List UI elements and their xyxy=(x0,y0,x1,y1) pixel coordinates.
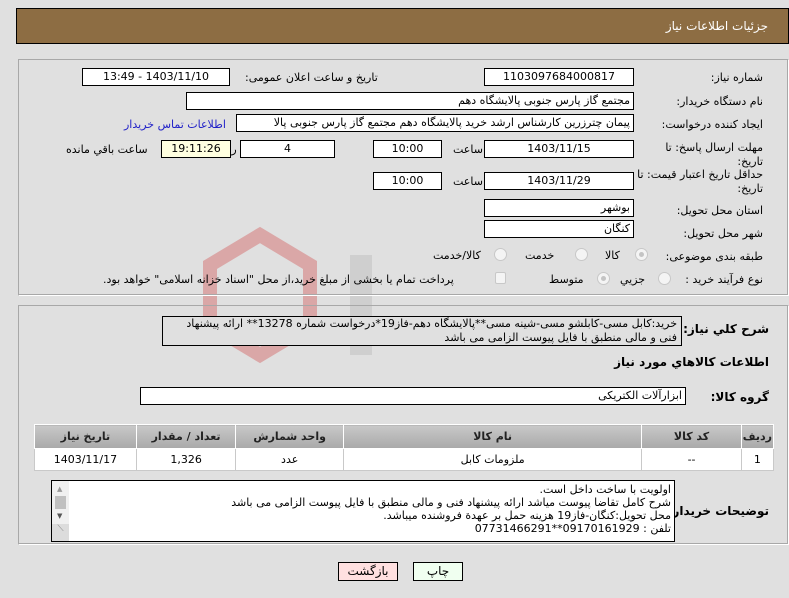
table-row: 1 -- ملزومات کابل عدد 1,326 1403/11/17 xyxy=(34,448,775,471)
summary-label: شرح کلي نیاز: xyxy=(683,322,769,336)
col-unit: واحد شمارش xyxy=(235,424,344,449)
back-button[interactable]: بازگشت xyxy=(338,562,398,581)
category-radio-goods-service[interactable] xyxy=(494,248,507,261)
buyer-org-field: مجتمع گاز پارس جنوبی پالایشگاه دهم xyxy=(186,92,634,110)
scroll-up-icon[interactable]: ▲ xyxy=(57,485,62,493)
price-validity-label-2: تاریخ: xyxy=(737,182,763,195)
buyer-notes-text: اولویت با ساخت داخل است. شرح کامل تقاضا … xyxy=(231,483,671,535)
deadline-time-label: ساعت xyxy=(453,143,483,156)
treasury-checkbox[interactable] xyxy=(495,272,506,284)
goods-table-header: ردیف کد کالا نام کالا واحد شمارش تعداد /… xyxy=(34,424,775,449)
process-option-medium: متوسط xyxy=(549,273,584,286)
city-label: شهر محل تحویل: xyxy=(683,227,763,240)
deadline-label: مهلت ارسال پاسخ: تا xyxy=(665,141,763,154)
need-number-label: شماره نیاز: xyxy=(710,71,763,84)
buyer-notes-line: اولویت با ساخت داخل است. xyxy=(539,483,672,496)
goods-group-field: ابزارآلات الکتریکی xyxy=(140,387,686,405)
goods-group-label: گروه کالا: xyxy=(710,390,769,404)
cell-name: ملزومات کابل xyxy=(342,448,643,471)
process-radio-medium[interactable] xyxy=(597,272,610,285)
col-qty: تعداد / مقدار xyxy=(135,424,237,449)
price-validity-time-label: ساعت xyxy=(453,175,483,188)
buyer-org-label: نام دستگاه خریدار: xyxy=(676,95,763,108)
col-row: ردیف xyxy=(740,424,775,449)
process-option-minor: جزیي xyxy=(620,273,646,286)
category-option-goods: کالا xyxy=(605,249,620,262)
city-field: کنگان xyxy=(484,220,634,238)
price-validity-time-field: 10:00 xyxy=(373,172,442,190)
province-field: بوشهر xyxy=(484,199,634,217)
deadline-date-field: 1403/11/15 xyxy=(484,140,634,158)
creator-field: پیمان چترزرین کارشناس ارشد خرید پالایشگا… xyxy=(236,114,634,132)
col-name: نام کالا xyxy=(342,424,643,449)
price-validity-label: حداقل تاریخ اعتبار قیمت: تا xyxy=(637,168,763,181)
category-option-goods-service: کالا/خدمت xyxy=(433,249,481,262)
buyer-notes-line: شرح کامل تقاضا پیوست میاشد ارائه پیشنهاد… xyxy=(231,496,671,509)
deadline-time-field: 10:00 xyxy=(373,140,442,158)
time-remaining-field: 19:11:26 xyxy=(161,140,231,158)
process-label: نوع فرآیند خرید : xyxy=(685,273,763,286)
days-remaining-field: 4 xyxy=(240,140,335,158)
announce-date-label: تاریخ و ساعت اعلان عمومی: xyxy=(245,71,378,84)
buyer-notes-field: اولویت با ساخت داخل است. شرح کامل تقاضا … xyxy=(51,480,675,542)
cell-code: -- xyxy=(641,448,742,471)
price-validity-date-field: 1403/11/29 xyxy=(484,172,634,190)
goods-section-title: اطلاعات کالاهاي مورد نیاز xyxy=(614,355,769,369)
resize-grip-icon[interactable]: ⟋ xyxy=(52,524,69,541)
col-code: کد کالا xyxy=(641,424,742,449)
process-radio-minor[interactable] xyxy=(658,272,671,285)
print-button[interactable]: چاپ xyxy=(413,562,463,581)
goods-table: ردیف کد کالا نام کالا واحد شمارش تعداد /… xyxy=(34,424,775,471)
buyer-notes-scrollbar[interactable]: ▲ ▼ ⟋ xyxy=(52,481,69,541)
cell-date: 1403/11/17 xyxy=(34,448,137,471)
scroll-down-icon[interactable]: ▼ xyxy=(57,512,62,520)
buyer-contact-link[interactable]: اطلاعات تماس خریدار xyxy=(124,118,226,131)
cell-row: 1 xyxy=(740,448,775,471)
summary-field: خرید:کابل مسی-کابلشو مسی-شینه مسی**پالای… xyxy=(162,316,682,346)
time-remaining-label: ساعت باقي مانده xyxy=(66,143,148,156)
need-number-field: 1103097684000817 xyxy=(484,68,634,86)
deadline-label-2: تاریخ: xyxy=(737,155,763,168)
page-header: جزئیات اطلاعات نیاز xyxy=(16,8,789,44)
cell-qty: 1,326 xyxy=(135,448,237,471)
category-label: طبقه بندی موضوعی: xyxy=(665,250,763,263)
scroll-thumb[interactable] xyxy=(55,496,66,509)
buyer-notes-line: تلفن : 09170161929**07731466291 xyxy=(474,522,671,535)
announce-date-field: 1403/11/10 - 13:49 xyxy=(82,68,230,86)
buyer-notes-label: توضیحات خریدار: xyxy=(667,504,769,518)
treasury-note: پرداخت تمام یا بخشی از مبلغ خرید،از محل … xyxy=(103,273,454,286)
category-option-service: خدمت xyxy=(525,249,555,262)
province-label: استان محل تحویل: xyxy=(676,204,763,217)
page-title: جزئیات اطلاعات نیاز xyxy=(665,19,768,33)
col-date: تاریخ نیاز xyxy=(34,424,137,449)
category-radio-service[interactable] xyxy=(575,248,588,261)
category-radio-goods[interactable] xyxy=(635,248,648,261)
creator-label: ایجاد کننده درخواست: xyxy=(661,118,763,131)
buyer-notes-line: محل تحویل:کنگان-فاز19 هزینه حمل بر عهدة … xyxy=(383,509,671,522)
cell-unit: عدد xyxy=(235,448,344,471)
